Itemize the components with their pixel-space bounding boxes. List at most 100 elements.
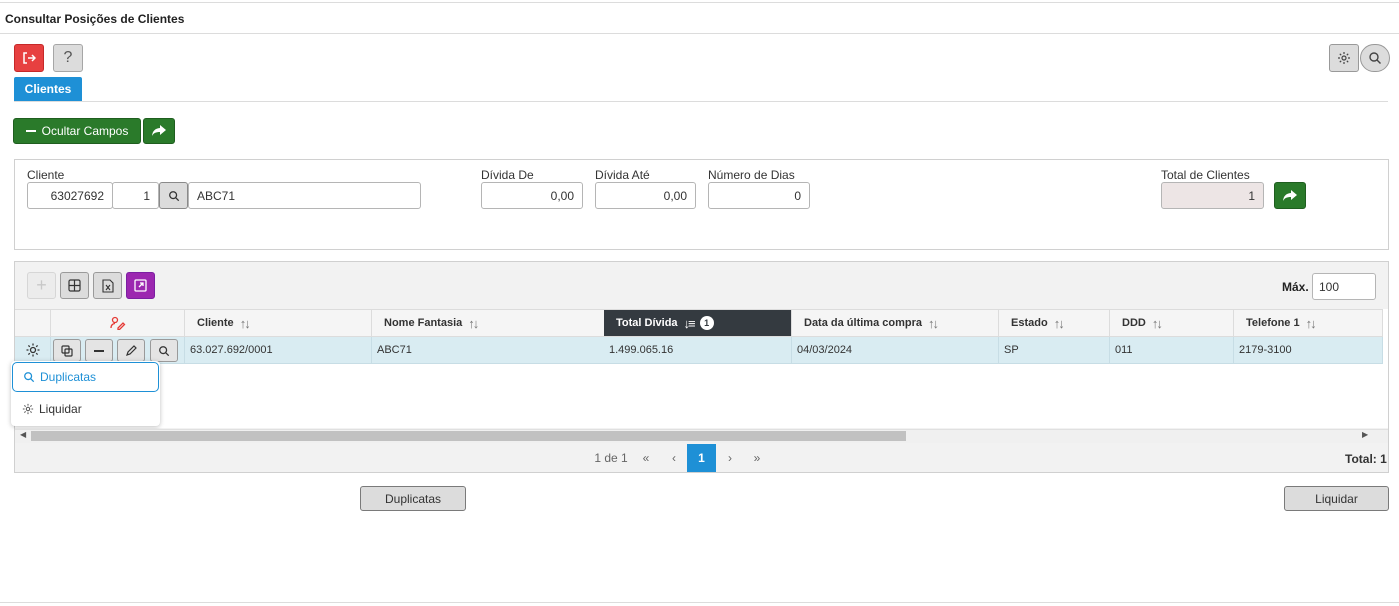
- help-icon: ?: [63, 49, 73, 66]
- header-nome-fantasia[interactable]: Nome Fantasia ↑↓: [372, 309, 605, 337]
- liquidar-button[interactable]: Liquidar: [1284, 486, 1389, 511]
- row-copy-button[interactable]: [53, 339, 81, 362]
- gear-icon[interactable]: [25, 342, 41, 358]
- expand-grid-button[interactable]: [126, 272, 155, 299]
- header-cliente[interactable]: Cliente ↑↓: [185, 309, 372, 337]
- chevron-left-icon: ‹: [672, 451, 676, 465]
- scroll-right-icon[interactable]: ▶: [1362, 430, 1368, 439]
- cell-cliente[interactable]: 63.027.692/0001: [185, 337, 372, 364]
- sort-icon: ↑↓: [239, 315, 251, 331]
- row-edit-button[interactable]: [117, 339, 145, 362]
- help-button[interactable]: ?: [53, 44, 83, 72]
- cell-nome-fantasia[interactable]: ABC71: [372, 337, 605, 364]
- minus-icon: [25, 130, 36, 132]
- search-icon: [1369, 52, 1381, 64]
- tab-separator: [14, 101, 1388, 102]
- prev-page-button[interactable]: ‹: [662, 444, 686, 472]
- cliente-lookup-button[interactable]: [159, 182, 188, 209]
- grid-layout-button[interactable]: [60, 272, 89, 299]
- hide-fields-label: Ocultar Campos: [41, 124, 129, 138]
- header-ddd-label: DDD: [1122, 317, 1146, 329]
- apply-filter-button[interactable]: [143, 118, 175, 144]
- search-button[interactable]: [1360, 44, 1390, 72]
- sort-icon: ↑↓: [927, 315, 939, 331]
- sort-icon: ↑↓: [1151, 315, 1163, 331]
- export-excel-button[interactable]: [93, 272, 122, 299]
- scrollbar-thumb[interactable]: [31, 431, 906, 441]
- grid-total-label: Total: 1: [1345, 452, 1387, 466]
- numero-dias-label: Número de Dias: [708, 168, 795, 182]
- copy-icon: [61, 344, 73, 357]
- sort-icon: ↑↓: [1053, 315, 1065, 331]
- tab-clientes[interactable]: Clientes: [14, 77, 82, 101]
- cell-estado[interactable]: SP: [999, 337, 1110, 364]
- row-remove-button[interactable]: [85, 339, 113, 362]
- search-icon: [24, 372, 35, 383]
- minus-icon: [94, 349, 104, 352]
- sort-desc-icon: ↓≡: [683, 315, 696, 331]
- add-row-button[interactable]: +: [27, 272, 56, 299]
- header-estado-label: Estado: [1011, 317, 1048, 329]
- excel-file-icon: [101, 278, 114, 293]
- chevrons-left-icon: «: [642, 451, 650, 465]
- hide-fields-button[interactable]: Ocultar Campos: [13, 118, 141, 144]
- max-rows-field[interactable]: 100: [1312, 273, 1376, 300]
- exit-button[interactable]: [14, 44, 44, 72]
- duplicatas-button[interactable]: Duplicatas: [360, 486, 466, 511]
- title-separator: [0, 33, 1399, 34]
- grid-icon: [68, 279, 81, 292]
- pager-info: 1 de 1: [594, 451, 628, 465]
- scroll-left-icon[interactable]: ◀: [20, 430, 26, 439]
- divida-ate-label: Dívida Até: [595, 168, 650, 182]
- cliente-name-field[interactable]: ABC71: [188, 182, 421, 209]
- last-page-button[interactable]: »: [745, 444, 769, 472]
- cell-telefone1[interactable]: 2179-3100: [1234, 337, 1383, 364]
- row-context-menu: Duplicatas Liquidar: [11, 361, 160, 426]
- next-page-button[interactable]: ›: [718, 444, 742, 472]
- header-total-divida[interactable]: Total Dívida ↓≡ 1: [604, 309, 792, 337]
- header-data-label: Data da última compra: [804, 317, 922, 329]
- user-edit-icon[interactable]: [109, 316, 126, 330]
- header-telefone1-label: Telefone 1: [1246, 317, 1300, 329]
- exit-icon: [23, 52, 36, 64]
- total-clientes-go-button[interactable]: [1274, 182, 1306, 209]
- cell-ddd[interactable]: 011: [1110, 337, 1234, 364]
- search-icon: [159, 345, 170, 356]
- plus-icon: +: [36, 275, 47, 295]
- page-title: Consultar Posições de Clientes: [5, 12, 185, 26]
- divida-ate-field[interactable]: 0,00: [595, 182, 696, 209]
- menu-item-duplicatas[interactable]: Duplicatas: [12, 362, 159, 392]
- divida-de-label: Dívida De: [481, 168, 534, 182]
- cliente-label: Cliente: [27, 168, 65, 182]
- header-actions-col: [51, 309, 185, 337]
- divida-de-field[interactable]: 0,00: [481, 182, 583, 209]
- header-total-divida-label: Total Dívida: [616, 317, 678, 329]
- header-data-ultima-compra[interactable]: Data da última compra ↑↓: [792, 309, 999, 337]
- header-telefone1[interactable]: Telefone 1 ↑↓: [1234, 309, 1383, 337]
- header-settings-col: [15, 309, 51, 337]
- header-estado[interactable]: Estado ↑↓: [999, 309, 1110, 337]
- sort-icon: ↑↓: [1305, 315, 1317, 331]
- sort-icon: ↑↓: [468, 315, 479, 331]
- cliente-seq-field[interactable]: 1: [112, 182, 159, 209]
- settings-button[interactable]: [1329, 44, 1359, 72]
- first-page-button[interactable]: «: [634, 444, 658, 472]
- page-button-current[interactable]: 1: [687, 444, 716, 472]
- cell-total-divida[interactable]: 1.499.065.16: [604, 337, 792, 364]
- row-settings-cell[interactable]: [15, 337, 51, 364]
- total-text: Total: 1: [1345, 452, 1387, 466]
- chevrons-right-icon: »: [753, 451, 761, 465]
- total-clientes-label: Total de Clientes: [1161, 168, 1250, 182]
- menu-item-liquidar[interactable]: Liquidar: [12, 394, 159, 424]
- share-arrow-icon: [152, 125, 166, 136]
- header-ddd[interactable]: DDD ↑↓: [1110, 309, 1234, 337]
- total-clientes-field: 1: [1161, 182, 1264, 209]
- max-label: Máx.: [1282, 280, 1309, 294]
- numero-dias-field[interactable]: 0: [708, 182, 810, 209]
- row-view-button[interactable]: [150, 339, 178, 362]
- pencil-icon: [126, 344, 137, 356]
- menu-item-label: Duplicatas: [40, 370, 97, 384]
- cell-data-ultima-compra[interactable]: 04/03/2024: [792, 337, 999, 364]
- bottom-border: [0, 602, 1399, 603]
- cliente-code-field[interactable]: 63027692: [27, 182, 113, 209]
